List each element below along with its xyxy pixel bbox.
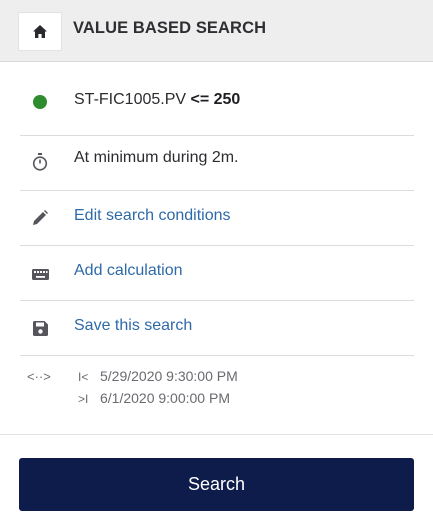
- duration-text: At minimum during 2m.: [74, 149, 239, 166]
- add-calculation-link[interactable]: Add calculation: [74, 262, 183, 280]
- start-marker-icon: I<: [78, 370, 89, 384]
- duration-row: At minimum during 2m.: [20, 136, 414, 191]
- add-calculation-row[interactable]: Add calculation: [20, 246, 414, 301]
- condition-row: ST-FIC1005.PV <= 250: [20, 79, 414, 136]
- end-marker-icon: >I: [78, 392, 89, 406]
- time-range-start: I< 5/29/2020 9:30:00 PM: [78, 368, 238, 384]
- home-icon: [33, 25, 47, 38]
- home-button[interactable]: [18, 12, 62, 51]
- edit-conditions-row[interactable]: Edit search conditions: [20, 191, 414, 246]
- search-button[interactable]: Search: [19, 458, 414, 511]
- save-search-row[interactable]: Save this search: [20, 301, 414, 356]
- value-based-search-panel: VALUE BASED SEARCH ST-FIC1005.PV <= 250 …: [0, 0, 433, 522]
- time-range-icon: <··>: [27, 369, 51, 384]
- panel-header: VALUE BASED SEARCH: [0, 0, 433, 62]
- condition-operator: <= 250: [190, 91, 241, 108]
- time-range[interactable]: <··> I< 5/29/2020 9:30:00 PM >I 6/1/2020 9…: [20, 358, 414, 418]
- time-range-end: >I 6/1/2020 9:00:00 PM: [78, 390, 230, 406]
- start-time: 5/29/2020 9:30:00 PM: [100, 368, 238, 384]
- save-search-link[interactable]: Save this search: [74, 317, 192, 335]
- floppy-disk-icon: [30, 318, 50, 338]
- stopwatch-icon: [30, 152, 50, 172]
- panel-title: VALUE BASED SEARCH: [73, 19, 267, 37]
- keyboard-icon: [30, 264, 50, 284]
- footer-divider: [0, 434, 433, 435]
- condition-text: ST-FIC1005.PV <= 250: [74, 91, 240, 109]
- end-time: 6/1/2020 9:00:00 PM: [100, 390, 230, 406]
- edit-conditions-link[interactable]: Edit search conditions: [74, 207, 231, 225]
- status-dot-icon: [30, 92, 50, 112]
- condition-tag: ST-FIC1005.PV: [74, 91, 187, 108]
- pencil-icon: [30, 208, 50, 228]
